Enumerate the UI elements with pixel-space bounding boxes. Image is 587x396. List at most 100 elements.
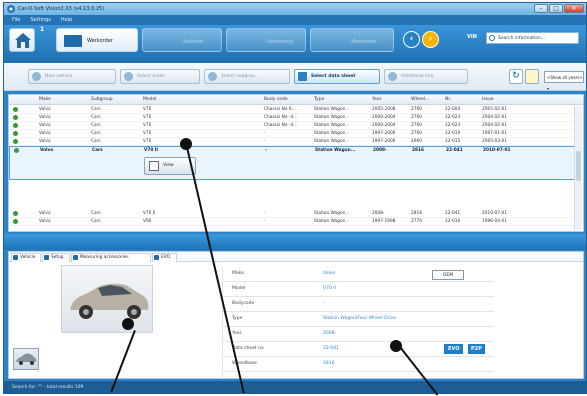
crumb-select-subgroup[interactable]: Select subgrou...: [204, 69, 290, 84]
cell: 2816: [412, 148, 424, 153]
prop-key: Bodycode: [232, 301, 255, 306]
tab-setup[interactable]: Setup: [42, 253, 70, 262]
cell: 2660: [411, 139, 422, 144]
cell: Station Wagon...: [314, 123, 350, 128]
cell: V70 II: [144, 148, 158, 153]
cell: V70: [143, 123, 152, 128]
status-dot: [13, 131, 18, 136]
tab-ghost-3-label: Werkorder: [351, 39, 377, 45]
app-window: Car-O-Soft Vision2 X3 (v4.13.0.25) – □ ✕…: [3, 2, 587, 394]
col-wheelbase[interactable]: Wheel...: [411, 97, 429, 102]
scroll-thumb[interactable]: [576, 151, 581, 181]
minimize-button[interactable]: –: [534, 4, 548, 13]
cell: 2816: [411, 211, 422, 216]
table-row[interactable]: Volvo Cars V90 - Station Wagon... 1997-1…: [9, 218, 575, 226]
filter-button[interactable]: [525, 69, 539, 84]
vin-label[interactable]: VIN: [467, 34, 477, 40]
menu-file[interactable]: File: [12, 15, 20, 25]
tab-vehicle[interactable]: Vehicle: [11, 253, 41, 262]
year-filter-value: <Show all years>: [547, 75, 583, 80]
col-year[interactable]: Year: [372, 97, 382, 102]
cell: 2760: [411, 131, 422, 136]
menu-help[interactable]: Help: [61, 15, 72, 25]
crumb-select-data-sheet[interactable]: Select data sheet: [294, 69, 380, 84]
year-filter-select[interactable]: <Show all years> ▾: [544, 71, 584, 91]
home-button[interactable]: [9, 28, 35, 52]
cell: 2000-2004: [372, 123, 396, 128]
cell: -: [264, 139, 266, 144]
detail-tabs: Vehicle Setup Measuring accessories EVO: [9, 252, 583, 262]
cell: Chassis No -4...: [264, 123, 298, 128]
table-row-selected[interactable]: Volvo Cars V70 II - Station Wagon... 200…: [9, 146, 575, 180]
cell: Cars: [91, 115, 101, 120]
cell: Volvo: [40, 148, 54, 153]
tab-evo[interactable]: EVO: [152, 253, 177, 262]
prop-key: Model: [232, 286, 246, 291]
cell: 2010-07-01: [482, 211, 507, 216]
prop-key: Make: [232, 271, 244, 276]
tab-setup-label: Setup: [51, 255, 64, 260]
forward-button[interactable]: ›: [422, 31, 439, 48]
table-row[interactable]: Volvo Cars V70 - Station Wagon... 1997-2…: [9, 130, 575, 138]
close-button[interactable]: ✕: [564, 4, 584, 13]
cell: V90: [143, 219, 152, 224]
prop-row-bodycode: Bodycode -: [223, 297, 494, 312]
tab-ghost-1[interactable]: Selectie: [142, 28, 222, 52]
cell: Cars: [91, 211, 101, 216]
table-row[interactable]: Volvo Cars V70 Chassis No -4... Station …: [9, 122, 575, 130]
tab-measuring-accessories[interactable]: Measuring accessories: [71, 253, 151, 262]
tab-ghost-3[interactable]: Werkorder: [310, 28, 394, 52]
table-row[interactable]: Volvo Cars V70 II - Station Wagon... 200…: [9, 210, 575, 218]
col-type[interactable]: Type: [314, 97, 324, 102]
cell: -: [265, 148, 267, 153]
search-placeholder: Search information...: [498, 36, 546, 41]
cell: 22-016: [445, 219, 461, 224]
col-bodycode[interactable]: Body code: [264, 97, 288, 102]
cell: Station Wagon...: [314, 115, 350, 120]
crumb-additional-info[interactable]: Additional info: [384, 69, 468, 84]
tab-werkorder[interactable]: Werkorder: [56, 28, 138, 52]
vehicle-thumbnail[interactable]: [13, 348, 39, 370]
cell: 2010-07-01: [483, 148, 511, 153]
cell: 22-023: [445, 115, 461, 120]
crumb-new-vehicle[interactable]: New vehicle: [28, 69, 116, 84]
col-issue[interactable]: Issue: [482, 97, 494, 102]
cell: 2005-2008: [372, 107, 396, 112]
refresh-button[interactable]: ↻: [509, 69, 523, 84]
col-make[interactable]: Make: [39, 97, 51, 102]
vehicle-properties: Make Volvo OEM Model V70 II Bodycode - T…: [222, 267, 494, 379]
evo-badge[interactable]: EVO: [444, 344, 464, 354]
cell: Volvo: [39, 123, 51, 128]
cell: Cars: [91, 219, 101, 224]
cell: Station Wagon...: [314, 219, 350, 224]
tab-ghost-2[interactable]: Uitvoering: [226, 28, 306, 52]
cell: Station Wagon...: [314, 131, 350, 136]
table-row[interactable]: Volvo Cars V70 Chassis No 6... Station W…: [9, 106, 575, 114]
evo-icon: [154, 255, 159, 260]
back-button[interactable]: ‹: [403, 31, 420, 48]
p2p-badge[interactable]: P2P: [468, 344, 485, 354]
oem-button[interactable]: OEM: [432, 270, 464, 280]
splitter-band[interactable]: [4, 234, 586, 250]
col-subgroup[interactable]: Subgroup: [91, 97, 113, 102]
grid-scrollbar[interactable]: [574, 106, 582, 230]
crumb-select-subgroup-label: Select subgrou...: [221, 74, 259, 79]
crumb-select-make[interactable]: Select make: [120, 69, 200, 84]
cell: 2760: [411, 107, 422, 112]
home-icon: [15, 33, 31, 48]
menu-settings[interactable]: Settings: [30, 15, 51, 25]
col-nr[interactable]: Nr.: [445, 97, 451, 102]
callout-dot-view: [180, 138, 192, 150]
refresh-icon: ↻: [512, 71, 520, 81]
cell: 1997-2000: [372, 139, 396, 144]
search-box[interactable]: Search information...: [486, 32, 579, 44]
tab-werkorder-label: Werkorder: [87, 38, 113, 44]
table-row[interactable]: Volvo Cars V70 Chassis No -4... Station …: [9, 114, 575, 122]
cell: 22-023: [445, 123, 461, 128]
cell: 2760: [411, 115, 422, 120]
table-row[interactable]: Volvo Cars V70 - Station Wagon... 1997-2…: [9, 138, 575, 146]
col-model[interactable]: Model: [143, 97, 157, 102]
cell: Station Wagon...: [314, 139, 350, 144]
view-button-label: View: [163, 163, 174, 168]
maximize-button[interactable]: □: [549, 4, 563, 13]
